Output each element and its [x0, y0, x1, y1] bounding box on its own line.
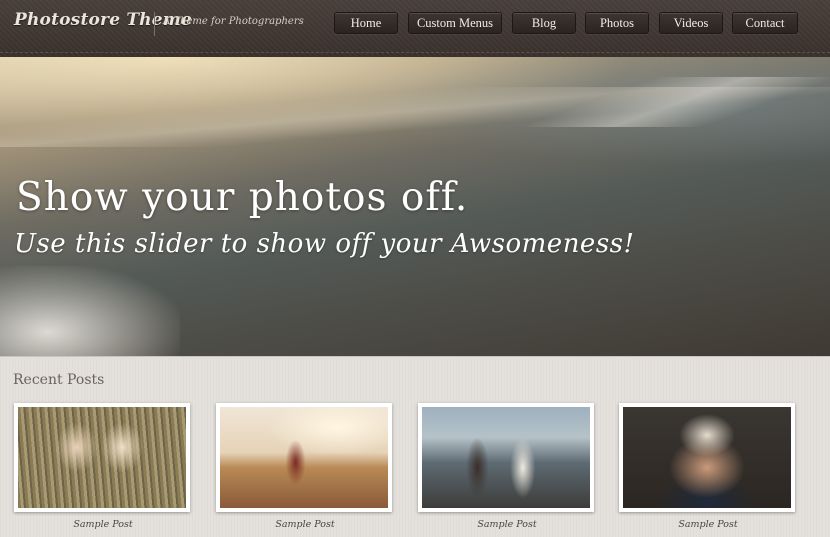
- post-thumbnail[interactable]: [623, 407, 791, 508]
- post-card[interactable]: Sample Post: [14, 403, 192, 530]
- nav-contact[interactable]: Contact: [732, 12, 798, 34]
- post-thumbnail-frame[interactable]: [418, 403, 594, 512]
- hero-surf: [0, 266, 180, 356]
- nav-custom-menus[interactable]: Custom Menus: [408, 12, 502, 34]
- site-header: Photostore Theme A Theme for Photographe…: [0, 0, 830, 58]
- post-caption[interactable]: Sample Post: [418, 519, 596, 530]
- nav-photos[interactable]: Photos: [585, 12, 649, 34]
- recent-posts-section: Recent Posts Sample Post Sample Post Sam…: [0, 356, 830, 537]
- post-caption[interactable]: Sample Post: [619, 519, 797, 530]
- post-card[interactable]: Sample Post: [418, 403, 596, 530]
- hero-title: Show your photos off.: [16, 175, 469, 220]
- post-caption[interactable]: Sample Post: [14, 519, 192, 530]
- post-card[interactable]: Sample Post: [619, 403, 797, 530]
- hero-slider[interactable]: Show your photos off. Use this slider to…: [0, 57, 830, 356]
- post-caption[interactable]: Sample Post: [216, 519, 394, 530]
- post-thumbnail-frame[interactable]: [14, 403, 190, 512]
- hero-wave: [520, 77, 830, 127]
- main-nav: Home Custom Menus Blog Photos Videos Con…: [0, 12, 830, 34]
- post-thumbnail[interactable]: [18, 407, 186, 508]
- nav-blog[interactable]: Blog: [512, 12, 576, 34]
- hero-subtitle: Use this slider to show off your Awsomen…: [14, 229, 635, 259]
- post-thumbnail[interactable]: [220, 407, 388, 508]
- nav-videos[interactable]: Videos: [659, 12, 723, 34]
- nav-home[interactable]: Home: [334, 12, 398, 34]
- post-thumbnail[interactable]: [422, 407, 590, 508]
- post-thumbnail-frame[interactable]: [216, 403, 392, 512]
- post-thumbnail-frame[interactable]: [619, 403, 795, 512]
- post-card[interactable]: Sample Post: [216, 403, 394, 530]
- recent-posts-heading: Recent Posts: [13, 372, 105, 388]
